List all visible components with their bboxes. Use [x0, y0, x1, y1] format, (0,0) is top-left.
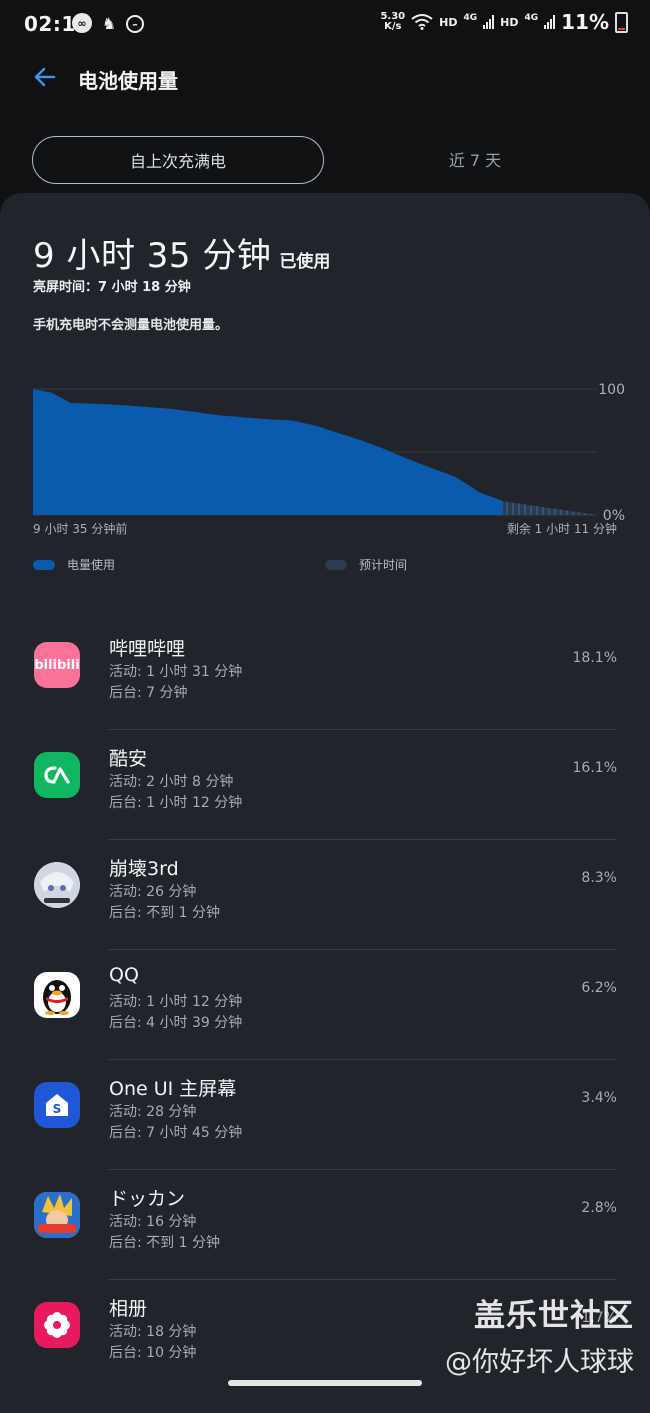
x-end-label: 剩余 1 小时 11 分钟	[507, 521, 617, 536]
arrow-left-icon[interactable]	[32, 64, 58, 90]
x-start-label: 9 小时 35 分钟前	[33, 521, 127, 536]
legend-label-estimated: 预计时间	[359, 558, 408, 572]
signal-icon-2	[544, 15, 556, 29]
coolapk-icon	[34, 752, 80, 798]
app-name: 酷安	[109, 748, 148, 770]
legend-swatch-usage	[33, 559, 55, 570]
honkai-glyph	[34, 862, 80, 908]
notification-icons: ∞ ♞ –	[72, 13, 144, 33]
network-type-2: 4G	[524, 13, 539, 23]
oneui-home-icon: S	[34, 1082, 80, 1128]
app-background-time: 后台: 10 分钟	[109, 1345, 197, 1361]
usage-summary: 9 小时 35 分钟 已使用	[33, 228, 330, 277]
app-name: ドッカン	[109, 1188, 186, 1210]
app-header: 电池使用量	[0, 56, 650, 100]
signal-icon-1	[483, 15, 495, 29]
app-percent: 16.1%	[572, 760, 617, 776]
legend-swatch-estimated	[325, 559, 347, 570]
app-active-time: 活动: 2 小时 8 分钟	[109, 774, 234, 790]
app-percent: 3.4%	[581, 1090, 617, 1106]
app-percent: 2.8%	[581, 1200, 617, 1216]
app-row[interactable]: ドッカン 活动: 16 分钟 后台: 不到 1 分钟 2.8%	[0, 1170, 650, 1280]
legend-battery-usage: 电量使用	[33, 556, 115, 573]
legend-estimated-time: 预计时间	[325, 556, 407, 573]
gallery-glyph	[44, 1312, 70, 1338]
do-not-disturb-icon: –	[126, 15, 144, 33]
app-active-time: 活动: 16 分钟	[109, 1214, 197, 1230]
app-row[interactable]: 酷安 活动: 2 小时 8 分钟 后台: 1 小时 12 分钟 16.1%	[0, 730, 650, 840]
app-active-time: 活动: 1 小时 31 分钟	[109, 664, 243, 680]
status-bar: 02:11 ∞ ♞ – 5.30 K/s HD 4G HD 4G 11%	[0, 0, 650, 48]
app-active-time: 活动: 26 分钟	[109, 884, 197, 900]
app-name: QQ	[109, 964, 139, 986]
gallery-flower-icon	[34, 1302, 80, 1348]
used-suffix: 已使用	[279, 252, 331, 272]
network-speed-unit: K/s	[384, 21, 402, 32]
dokkan-glyph	[34, 1192, 80, 1238]
app-active-time: 活动: 1 小时 12 分钟	[109, 994, 243, 1010]
app-background-time: 后台: 7 小时 45 分钟	[109, 1125, 243, 1141]
oneui-home-glyph: S	[46, 1094, 68, 1116]
battery-icon	[615, 11, 628, 33]
app-row[interactable]: S One UI 主屏幕 活动: 28 分钟 后台: 7 小时 45 分钟 3.…	[0, 1060, 650, 1170]
legend-label-usage: 电量使用	[67, 558, 116, 572]
app-background-time: 后台: 不到 1 分钟	[109, 905, 220, 921]
used-time: 9 小时 35 分钟	[33, 236, 272, 276]
bilibili-icon-text: bilibili	[34, 657, 80, 673]
home-indicator[interactable]	[228, 1380, 422, 1386]
bilibili-icon: bilibili	[34, 642, 80, 688]
network-type-1: 4G	[463, 13, 478, 23]
screen-on-time: 亮屏时间：7 小时 18 分钟	[33, 280, 191, 295]
app-active-time: 活动: 18 分钟	[109, 1324, 197, 1340]
app-name: 崩壊3rd	[109, 858, 179, 880]
app-name: 相册	[109, 1298, 148, 1320]
coolapk-notification-icon: ∞	[72, 13, 92, 33]
app-name: One UI 主屏幕	[109, 1078, 237, 1100]
app-row[interactable]: bilibili 哔哩哔哩 活动: 1 小时 31 分钟 后台: 7 分钟 18…	[0, 620, 650, 730]
tab-last-7-days[interactable]: 近 7 天	[330, 136, 620, 182]
watermark-author: @你好坏人球球	[445, 1347, 634, 1378]
svg-text:S: S	[53, 1102, 62, 1116]
app-background-time: 后台: 1 小时 12 分钟	[109, 795, 243, 811]
app-background-time: 后台: 7 分钟	[109, 685, 188, 701]
qq-glyph	[43, 980, 71, 1015]
app-row[interactable]: 崩壊3rd 活动: 26 分钟 后台: 不到 1 分钟 8.3%	[0, 840, 650, 950]
battery-usage-chart: 1000%9 小时 35 分钟前 剩余 1 小时 11 分钟	[33, 382, 625, 536]
charging-note: 手机充电时不会测量电池使用量。	[33, 318, 229, 333]
network-speed: 5.30 K/s	[380, 12, 405, 32]
app-background-time: 后台: 不到 1 分钟	[109, 1235, 220, 1251]
app-name: 哔哩哔哩	[109, 638, 186, 660]
app-notification-icon: ♞	[101, 13, 117, 33]
tab-since-full-charge[interactable]: 自上次充满电	[32, 136, 324, 184]
battery-percent: 11%	[561, 10, 609, 34]
page-title: 电池使用量	[78, 69, 178, 93]
app-percent: 18.1%	[572, 650, 617, 666]
app-row[interactable]: QQ 活动: 1 小时 12 分钟 后台: 4 小时 39 分钟 6.2%	[0, 950, 650, 1060]
hd-label-2: HD	[500, 15, 519, 29]
dokkan-icon	[34, 1192, 80, 1238]
app-percent: 6.2%	[581, 980, 617, 996]
watermark-community: 盖乐世社区	[474, 1298, 634, 1334]
app-background-time: 后台: 4 小时 39 分钟	[109, 1015, 243, 1031]
app-active-time: 活动: 28 分钟	[109, 1104, 197, 1120]
estimated-time-area	[503, 501, 597, 515]
honkai-icon	[34, 862, 80, 908]
wifi-icon	[411, 14, 433, 30]
app-percent: 8.3%	[581, 870, 617, 886]
y-tick-100: 100	[598, 382, 625, 398]
status-right: 5.30 K/s HD 4G HD 4G 11%	[380, 10, 628, 34]
coolapk-glyph	[44, 766, 70, 784]
hd-label-1: HD	[439, 15, 458, 29]
qq-penguin-icon	[34, 972, 80, 1018]
